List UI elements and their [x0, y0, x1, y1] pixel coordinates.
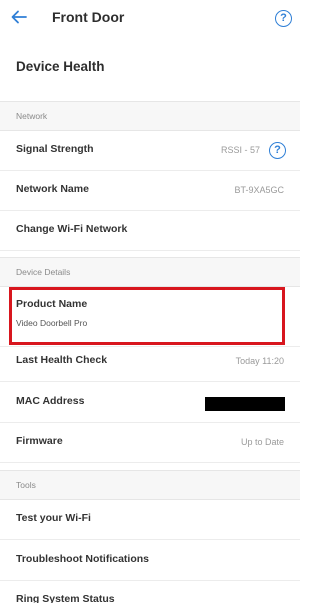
last-health-check-row: Last Health Check Today 11:20 [0, 341, 300, 382]
section-label: Network [16, 111, 48, 121]
back-arrow-icon[interactable] [8, 6, 30, 28]
signal-strength-label: Signal Strength [16, 143, 94, 155]
page-title: Device Health [16, 59, 105, 74]
firmware-value: Up to Date [240, 437, 284, 447]
section-label: Tools [16, 480, 36, 490]
section-header-device-details: Device Details [0, 257, 300, 287]
section-header-tools: Tools [0, 470, 300, 500]
network-name-value: BT-9XA5GC [234, 185, 284, 195]
mac-address-row: MAC Address [0, 382, 300, 423]
network-name-label: Network Name [16, 183, 89, 195]
signal-strength-value: RSSI - 57 [220, 145, 260, 155]
last-health-check-value: Today 11:20 [235, 356, 284, 366]
firmware-label: Firmware [16, 435, 63, 447]
signal-help-icon[interactable]: ? [269, 142, 286, 159]
change-wifi-label: Change Wi-Fi Network [16, 223, 128, 235]
mac-address-redaction [205, 397, 285, 411]
product-name-highlight [9, 287, 285, 345]
section-header-network: Network [0, 101, 300, 131]
troubleshoot-notifications-row[interactable]: Troubleshoot Notifications [0, 540, 300, 581]
top-bar: Front Door ? [0, 0, 300, 38]
mac-address-label: MAC Address [16, 395, 85, 407]
firmware-row: Firmware Up to Date [0, 422, 300, 463]
test-wifi-label: Test your Wi-Fi [16, 512, 91, 524]
last-health-check-label: Last Health Check [16, 354, 108, 366]
ring-system-status-row[interactable]: Ring System Status [0, 580, 300, 603]
screen-title: Front Door [52, 9, 125, 25]
ring-system-status-label: Ring System Status [16, 593, 115, 603]
help-icon[interactable]: ? [275, 10, 292, 27]
change-wifi-row[interactable]: Change Wi-Fi Network [0, 210, 300, 251]
test-wifi-row[interactable]: Test your Wi-Fi [0, 499, 300, 540]
section-label: Device Details [16, 267, 71, 277]
network-name-row: Network Name BT-9XA5GC [0, 170, 300, 211]
signal-strength-row[interactable]: Signal Strength RSSI - 57 ? [0, 130, 300, 171]
troubleshoot-notifications-label: Troubleshoot Notifications [16, 553, 149, 565]
